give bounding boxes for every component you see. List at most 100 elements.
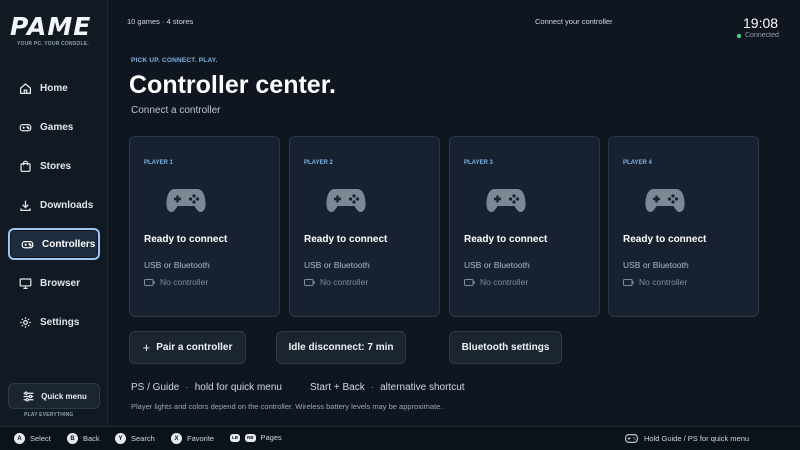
page-subtitle: Connect a controller: [131, 105, 221, 116]
alt-key-label: Start + Back: [309, 382, 365, 393]
player-slot-label: PLAYER 2: [304, 160, 333, 166]
player-state: Ready to connect: [464, 234, 548, 245]
gamepad-icon: [326, 189, 366, 212]
gamepad-icon: [166, 189, 206, 212]
sidebar-item-label: Home: [40, 82, 68, 94]
sliders-icon: [21, 389, 35, 403]
footer-hint-back[interactable]: B Back: [67, 433, 100, 444]
player-slot-label: PLAYER 4: [623, 160, 652, 166]
b-button-icon: B: [67, 433, 78, 444]
footer-hint-pages[interactable]: LB RB Pages: [230, 433, 282, 442]
sidebar: PAME YOUR PC. YOUR CONSOLE. Home Games S…: [0, 0, 108, 426]
library-summary: 10 games · 4 stores: [127, 17, 194, 26]
sidebar-item-label: Stores: [40, 160, 72, 172]
home-icon: [18, 81, 32, 95]
lb-button-icon: LB: [230, 433, 240, 442]
player-state: Ready to connect: [623, 234, 707, 245]
player-card-2[interactable]: PLAYER 2 Ready to connect USB or Bluetoo…: [289, 136, 440, 317]
footer-hint-label: Favorite: [187, 434, 215, 443]
bluetooth-settings-button[interactable]: Bluetooth settings: [449, 331, 562, 364]
alt-action-label: alternative shortcut: [380, 382, 465, 393]
sidebar-item-downloads[interactable]: Downloads: [8, 189, 100, 221]
sidebar-item-stores[interactable]: Stores: [8, 150, 100, 182]
player-card-4[interactable]: PLAYER 4 Ready to connect USB or Bluetoo…: [608, 136, 759, 317]
footer-hint-label: Back: [83, 434, 100, 443]
separator: ·: [185, 382, 189, 393]
sidebar-item-label: Downloads: [40, 199, 94, 211]
separator: ·: [370, 382, 375, 393]
plus-icon: +: [142, 340, 151, 355]
player-connection: USB or Bluetooth: [144, 260, 210, 270]
footer-hint-label: Select: [30, 434, 51, 443]
player-controller-label: No controller: [320, 277, 369, 287]
player-connection: USB or Bluetooth: [304, 260, 370, 270]
sidebar-item-browser[interactable]: Browser: [8, 267, 100, 299]
player-controller-status: No controller: [304, 277, 368, 287]
battery-icon: [304, 278, 315, 286]
player-state: Ready to connect: [144, 234, 228, 245]
gamepad-icon: [18, 120, 32, 134]
app-logo: PAME: [10, 12, 92, 41]
player-connection: USB or Bluetooth: [623, 260, 689, 270]
page-kicker: PICK UP. CONNECT. PLAY.: [131, 57, 218, 64]
a-button-icon: A: [14, 433, 25, 444]
clock: 19:08: [743, 15, 779, 31]
footer-hint-label: Pages: [260, 433, 282, 442]
quick-menu-label: Quick menu: [41, 391, 87, 401]
sidebar-item-label: Controllers: [42, 238, 96, 250]
shortcut-hints: PS / Guide · hold for quick menu Start +…: [131, 382, 465, 393]
player-controller-label: No controller: [639, 277, 688, 287]
pair-controller-button[interactable]: + Pair a controller: [129, 331, 246, 364]
footer-quick-menu-hint: Hold Guide / PS for quick menu: [625, 434, 749, 443]
sidebar-item-controllers[interactable]: Controllers: [8, 228, 100, 260]
gear-icon: [18, 315, 32, 329]
info-note: Player lights and colors depend on the c…: [131, 402, 443, 411]
quick-menu-button[interactable]: Quick menu: [8, 383, 100, 409]
footer-hint-search[interactable]: Y Search: [115, 433, 155, 444]
battery-icon: [144, 278, 155, 286]
footer-tagline: PLAY EVERYTHING: [24, 412, 74, 418]
footer-hint-label: Search: [131, 434, 155, 443]
topbar-hint: Connect your controller: [535, 17, 613, 26]
x-button-icon: X: [171, 433, 182, 444]
player-connection: USB or Bluetooth: [464, 260, 530, 270]
status-label: Connected: [745, 32, 779, 39]
player-card-3[interactable]: PLAYER 3 Ready to connect USB or Bluetoo…: [449, 136, 600, 317]
sidebar-item-label: Settings: [40, 316, 80, 328]
bluetooth-settings-label: Bluetooth settings: [461, 342, 550, 353]
rb-button-icon: RB: [245, 433, 256, 442]
sidebar-item-label: Browser: [40, 277, 81, 289]
footer-hint-select[interactable]: A Select: [14, 433, 51, 444]
player-controller-label: No controller: [480, 277, 529, 287]
page-title: Controller center.: [129, 71, 336, 99]
footer-hint-favorite[interactable]: X Favorite: [171, 433, 214, 444]
controller-icon: [20, 237, 34, 251]
y-button-icon: Y: [115, 433, 126, 444]
idle-disconnect-button[interactable]: Idle disconnect: 7 min: [276, 331, 406, 364]
sidebar-item-games[interactable]: Games: [8, 111, 100, 143]
sidebar-item-label: Games: [40, 121, 74, 133]
gamepad-icon: [645, 189, 685, 212]
player-state: Ready to connect: [304, 234, 388, 245]
footer-bar: A Select B Back Y Search X Favorite LB R…: [0, 426, 800, 450]
gamepad-icon: [486, 189, 526, 212]
controller-icon: [625, 434, 638, 443]
guide-key-label: PS / Guide: [131, 382, 180, 393]
player-card-1[interactable]: PLAYER 1 Ready to connect USB or Bluetoo…: [129, 136, 280, 317]
pair-controller-label: Pair a controller: [156, 342, 233, 353]
monitor-icon: [18, 276, 32, 290]
status-dot-icon: [737, 33, 741, 38]
battery-icon: [623, 278, 634, 286]
player-controller-status: No controller: [464, 277, 528, 287]
download-icon: [18, 198, 32, 212]
sidebar-item-settings[interactable]: Settings: [8, 306, 100, 338]
guide-action-label: hold for quick menu: [194, 382, 282, 393]
player-slot-label: PLAYER 1: [144, 160, 173, 166]
idle-disconnect-label: Idle disconnect: 7 min: [288, 342, 394, 353]
battery-icon: [464, 278, 475, 286]
player-controller-label: No controller: [160, 277, 209, 287]
player-controller-status: No controller: [623, 277, 687, 287]
player-controller-status: No controller: [144, 277, 208, 287]
sidebar-item-home[interactable]: Home: [8, 72, 100, 104]
